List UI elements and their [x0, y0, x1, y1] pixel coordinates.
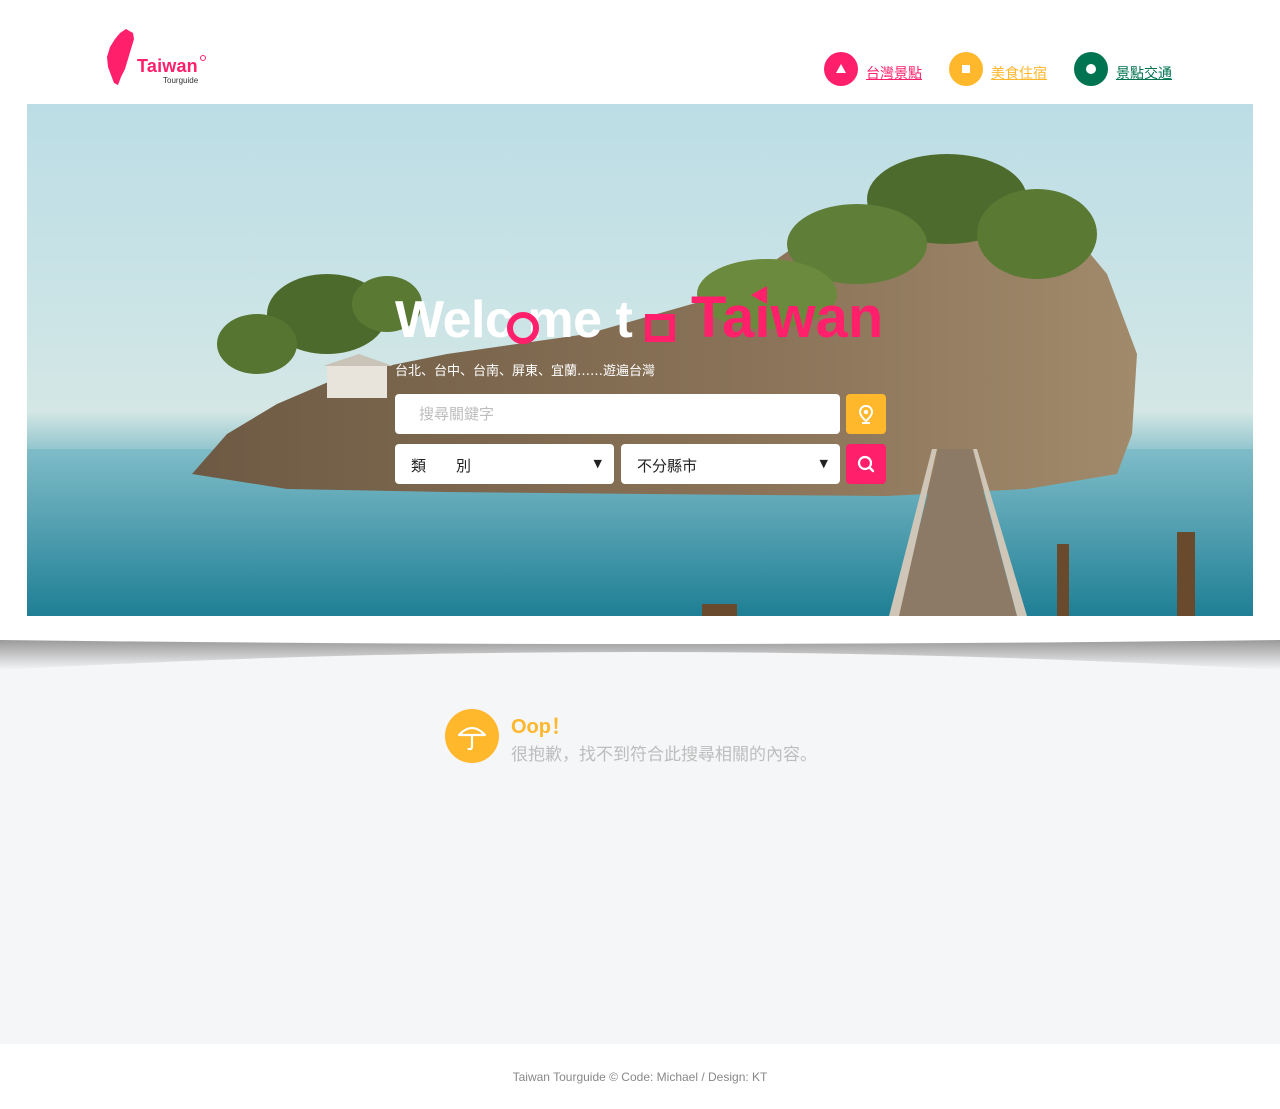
location-pin-icon [858, 404, 874, 424]
search-input[interactable] [395, 394, 840, 434]
city-select[interactable]: 不分縣市 ▼ [621, 444, 840, 484]
section-divider-curve [0, 640, 1280, 670]
title-square-mark [645, 314, 675, 342]
umbrella-icon [457, 726, 487, 751]
logo-degree-mark [200, 55, 206, 61]
empty-state-message: 很抱歉，找不到符合此搜尋相關的內容。 [511, 745, 817, 765]
logo-title: Taiwan [137, 56, 198, 76]
taiwan-map-icon [107, 29, 134, 85]
title-circle-mark [507, 312, 539, 344]
site-header: Taiwan Tourguide 台灣景點 美食住宿 景點交通 [0, 0, 1280, 104]
site-footer: Taiwan Tourguide © Code: Michael / Desig… [0, 1044, 1280, 1109]
nav-transport-link[interactable]: 景點交通 [1116, 63, 1172, 83]
site-logo[interactable]: Taiwan Tourguide [106, 27, 216, 89]
chevron-down-icon: ▼ [593, 457, 602, 470]
chevron-down-icon: ▼ [819, 457, 828, 470]
nav-item-attractions[interactable]: 台灣景點 [824, 52, 922, 86]
nav-attractions-link[interactable]: 台灣景點 [866, 63, 922, 83]
category-select-value: 類 別 [411, 457, 472, 475]
triangle-icon [836, 64, 846, 73]
results-area [0, 640, 1280, 1044]
empty-state-badge [445, 709, 499, 763]
hero-title-pink: Taiwan [691, 285, 884, 350]
footer-credits: Taiwan Tourguide © Code: Michael / Desig… [512, 1070, 768, 1084]
nav-attractions-badge [824, 52, 858, 86]
square-icon [962, 65, 970, 73]
title-flag-mark [751, 286, 767, 304]
circle-icon [1086, 64, 1096, 74]
search-button[interactable] [846, 444, 886, 484]
location-button[interactable] [846, 394, 886, 434]
nav-food-link[interactable]: 美食住宿 [991, 63, 1047, 83]
nav-food-badge [949, 52, 983, 86]
category-select[interactable]: 類 別 ▼ [395, 444, 614, 484]
nav-item-transport[interactable]: 景點交通 [1074, 52, 1172, 86]
nav-item-food-lodging[interactable]: 美食住宿 [949, 52, 1047, 86]
empty-state-title: Oop！ [511, 716, 571, 738]
logo-subtitle: Tourguide [163, 76, 199, 85]
hero-subtitle: 台北、台中、台南、屏東、宜蘭……遊遍台灣 [395, 364, 656, 379]
city-select-value: 不分縣市 [637, 457, 698, 475]
search-icon [857, 455, 875, 473]
nav-transport-badge [1074, 52, 1108, 86]
